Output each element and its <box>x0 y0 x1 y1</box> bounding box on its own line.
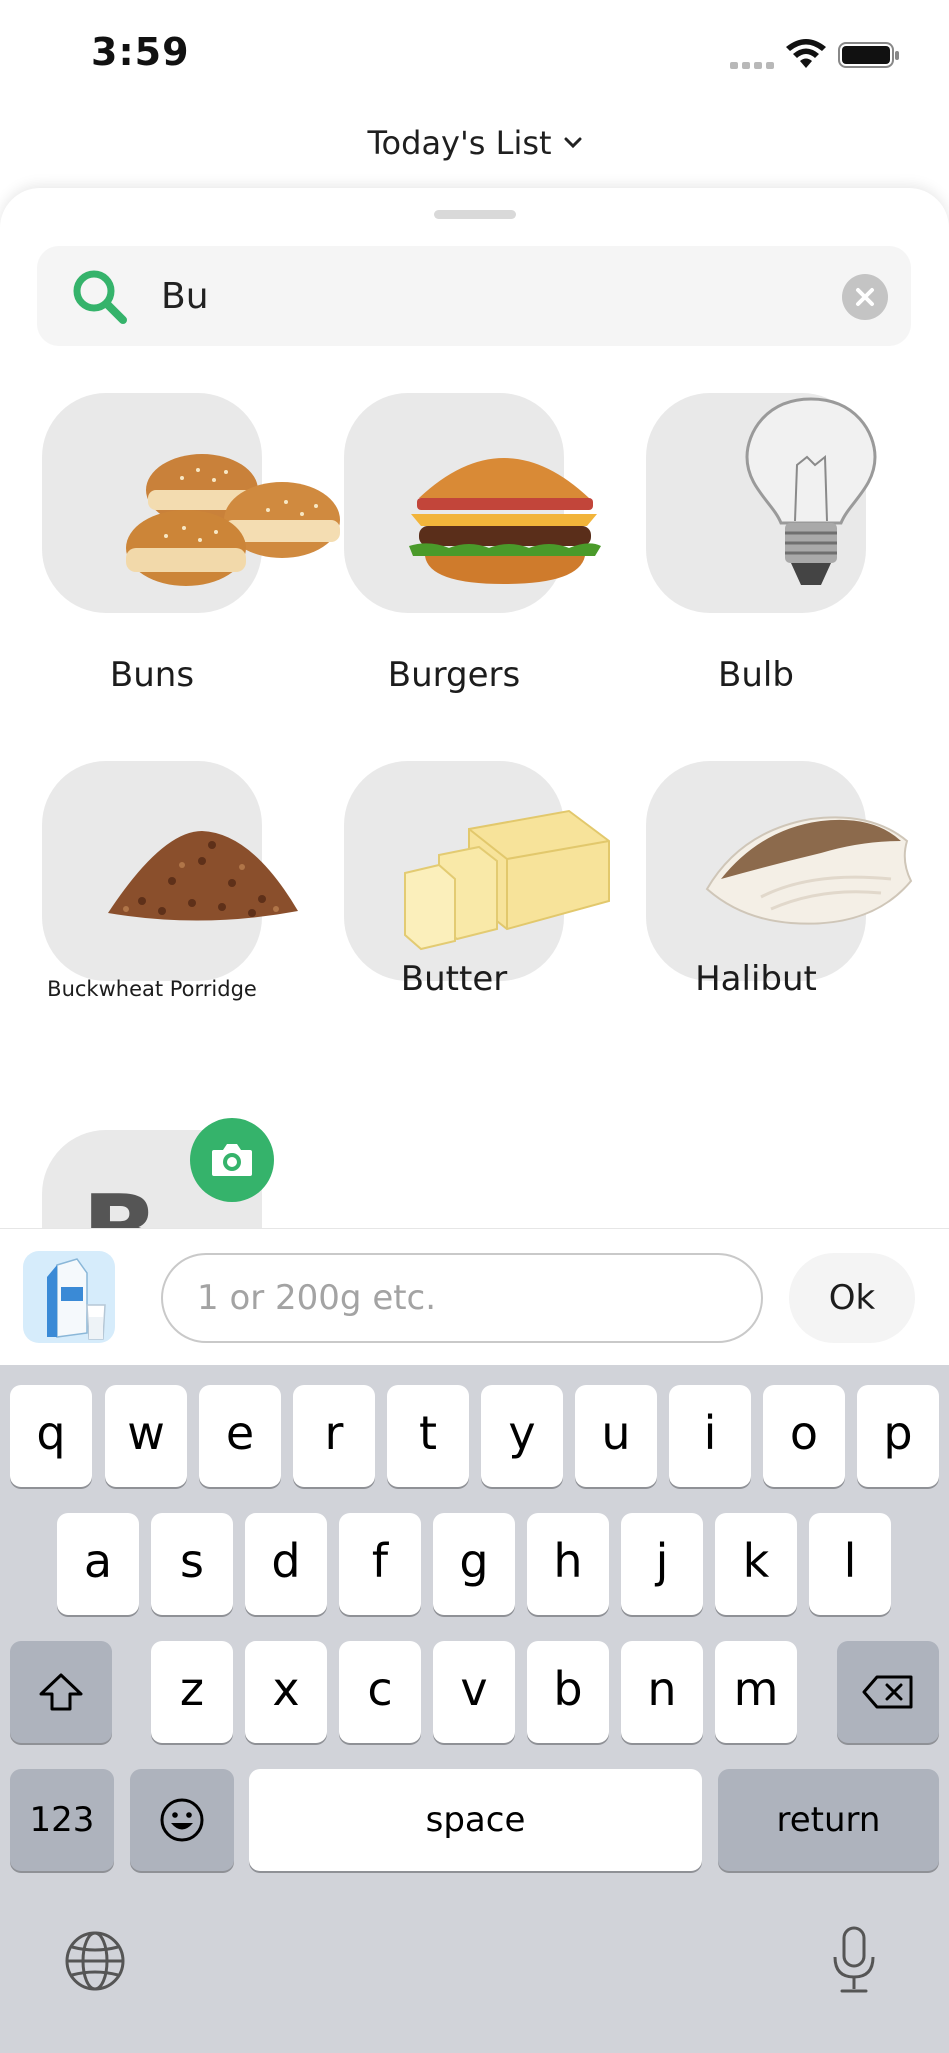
item-butter[interactable]: Butter <box>344 761 644 1081</box>
key-q[interactable]: q <box>10 1385 92 1487</box>
buns-image <box>126 454 340 586</box>
key-s[interactable]: s <box>151 1513 233 1615</box>
key-h[interactable]: h <box>527 1513 609 1615</box>
list-selector[interactable]: Today's List <box>0 118 949 168</box>
camera-icon <box>212 1144 252 1176</box>
status-time: 3:59 <box>91 30 190 74</box>
key-y[interactable]: y <box>481 1385 563 1487</box>
search-input[interactable] <box>161 268 761 324</box>
numbers-key[interactable]: 123 <box>10 1769 114 1871</box>
key-l[interactable]: l <box>809 1513 891 1615</box>
search-bar <box>37 246 911 346</box>
item-buns[interactable]: Buns <box>42 393 342 713</box>
key-j[interactable]: j <box>621 1513 703 1615</box>
key-u[interactable]: u <box>575 1385 657 1487</box>
status-bar: 3:59 <box>0 0 949 110</box>
shift-key[interactable] <box>10 1641 112 1743</box>
halibut-image <box>705 816 913 925</box>
item-burgers[interactable]: Burgers <box>344 393 644 713</box>
sheet-grabber[interactable] <box>434 210 516 219</box>
key-e[interactable]: e <box>199 1385 281 1487</box>
item-label: Buns <box>109 655 195 695</box>
chevron-down-icon <box>564 137 582 149</box>
microphone-icon[interactable] <box>830 1925 878 1995</box>
key-z[interactable]: z <box>151 1641 233 1743</box>
selected-item-thumbnail <box>23 1251 115 1343</box>
emoji-icon <box>160 1798 204 1842</box>
keyboard: q w e r t y u i o p a s d f g h j k l z … <box>0 1365 949 2053</box>
close-icon <box>856 288 874 306</box>
return-key[interactable]: return <box>718 1769 939 1871</box>
key-r[interactable]: r <box>293 1385 375 1487</box>
buckwheat-image <box>108 831 298 921</box>
search-icon <box>73 270 127 324</box>
shift-icon <box>39 1673 83 1711</box>
item-label: Buckwheat Porridge <box>47 977 257 1001</box>
key-i[interactable]: i <box>669 1385 751 1487</box>
search-sheet: Buns Burgers Bulb <box>0 188 949 1228</box>
key-t[interactable]: t <box>387 1385 469 1487</box>
item-label: Burgers <box>387 655 521 695</box>
item-bulb[interactable]: Bulb <box>646 393 946 713</box>
key-n[interactable]: n <box>621 1641 703 1743</box>
milk-carton-icon <box>47 1258 106 1340</box>
key-k[interactable]: k <box>715 1513 797 1615</box>
key-c[interactable]: c <box>339 1641 421 1743</box>
backspace-icon <box>862 1675 913 1709</box>
quantity-bar: Ok <box>0 1228 949 1365</box>
backspace-key[interactable] <box>837 1641 939 1743</box>
cellular-signal-icon <box>730 62 774 69</box>
clear-search-button[interactable] <box>842 274 888 320</box>
item-halibut[interactable]: Halibut <box>646 761 946 1081</box>
key-w[interactable]: w <box>105 1385 187 1487</box>
list-title: Today's List <box>367 124 552 162</box>
burger-image <box>419 458 589 498</box>
key-o[interactable]: o <box>763 1385 845 1487</box>
item-label: Bulb <box>718 655 794 695</box>
item-placeholder-letter: B <box>82 1173 158 1228</box>
globe-icon[interactable] <box>64 1930 126 1992</box>
battery-icon <box>838 42 899 68</box>
key-d[interactable]: d <box>245 1513 327 1615</box>
key-f[interactable]: f <box>339 1513 421 1615</box>
key-m[interactable]: m <box>715 1641 797 1743</box>
item-buckwheat-porridge[interactable]: Buckwheat Porridge <box>42 761 342 1081</box>
ok-button[interactable]: Ok <box>789 1253 915 1343</box>
key-a[interactable]: a <box>57 1513 139 1615</box>
item-label: Butter <box>400 959 508 999</box>
quantity-input[interactable] <box>161 1253 763 1343</box>
emoji-key[interactable] <box>130 1769 234 1871</box>
wifi-icon <box>786 39 826 68</box>
key-b[interactable]: b <box>527 1641 609 1743</box>
bulb-image <box>745 397 877 585</box>
item-label: Halibut <box>695 959 817 999</box>
key-g[interactable]: g <box>433 1513 515 1615</box>
key-v[interactable]: v <box>433 1641 515 1743</box>
key-x[interactable]: x <box>245 1641 327 1743</box>
butter-image <box>404 809 610 951</box>
key-p[interactable]: p <box>857 1385 939 1487</box>
space-key[interactable]: space <box>249 1769 702 1871</box>
add-photo-button[interactable] <box>190 1118 274 1202</box>
